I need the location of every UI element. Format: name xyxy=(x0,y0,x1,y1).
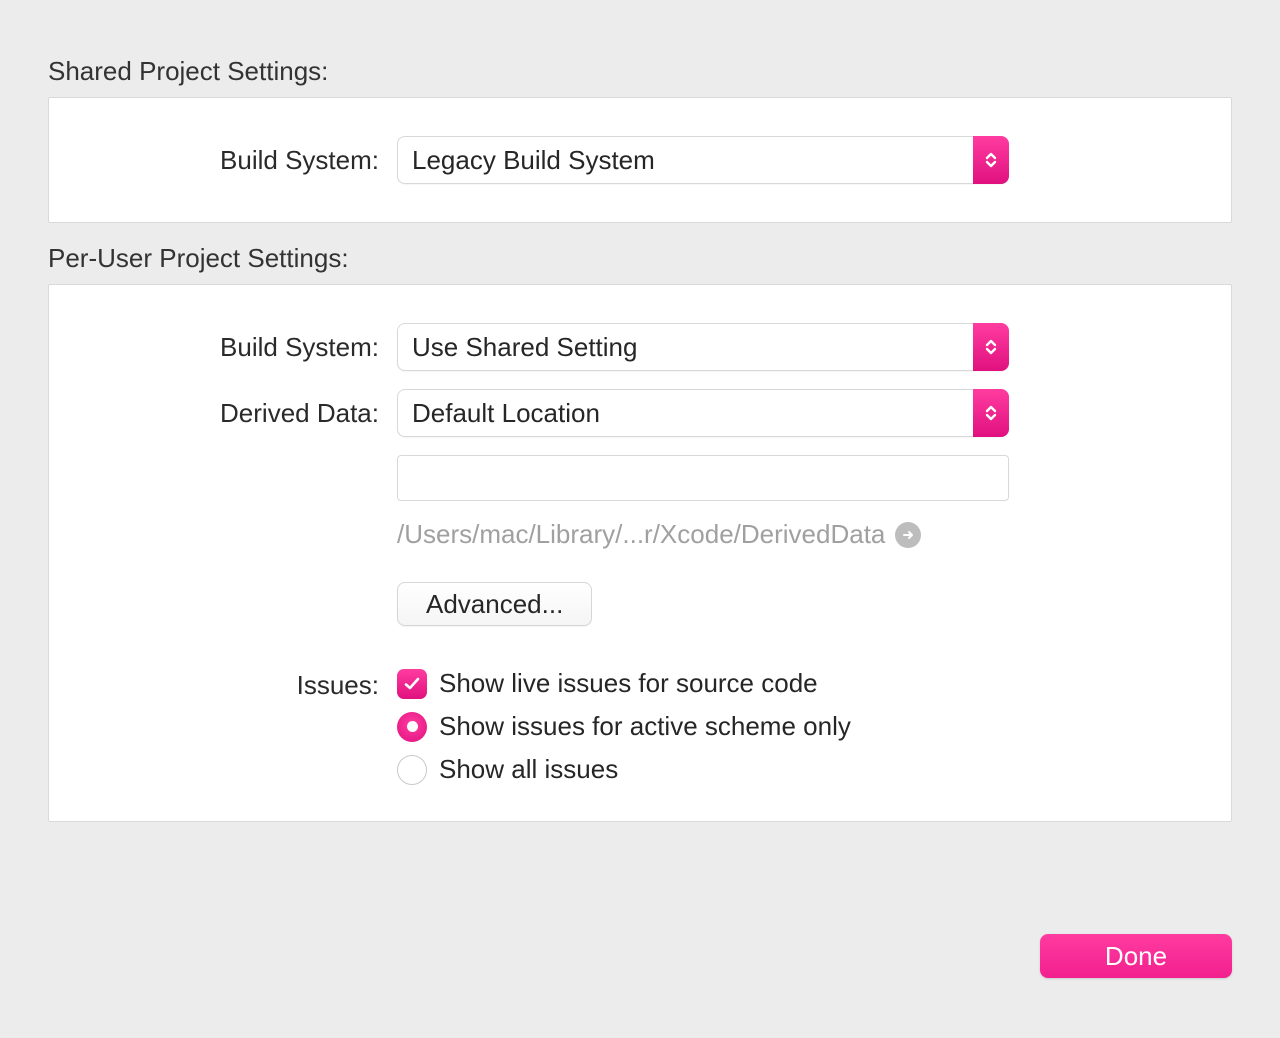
issues-label: Issues: xyxy=(97,668,397,701)
select-stepper-icon xyxy=(973,136,1009,184)
issues-radio-active-scheme-label: Show issues for active scheme only xyxy=(439,711,851,742)
shared-build-system-value: Legacy Build System xyxy=(397,136,1009,184)
per-user-build-system-label: Build System: xyxy=(97,332,397,363)
radio-selected-icon xyxy=(397,712,427,742)
shared-build-system-row: Build System: Legacy Build System xyxy=(97,136,1183,184)
per-user-settings-panel: Build System: Use Shared Setting Derived… xyxy=(48,284,1232,822)
issues-radio-all[interactable]: Show all issues xyxy=(397,754,1009,785)
select-stepper-icon xyxy=(973,389,1009,437)
advanced-button-row: Advanced... xyxy=(97,582,1183,626)
derived-data-resolved-path-row: /Users/mac/Library/...r/Xcode/DerivedDat… xyxy=(97,519,1183,568)
shared-build-system-select[interactable]: Legacy Build System xyxy=(397,136,1009,184)
issues-row: Issues: Show live issues for source code… xyxy=(97,662,1183,785)
derived-data-resolved-path: /Users/mac/Library/...r/Xcode/DerivedDat… xyxy=(397,519,885,550)
per-user-build-system-select[interactable]: Use Shared Setting xyxy=(397,323,1009,371)
shared-build-system-label: Build System: xyxy=(97,145,397,176)
derived-data-value: Default Location xyxy=(397,389,1009,437)
shared-settings-panel: Build System: Legacy Build System xyxy=(48,97,1232,223)
live-issues-checkbox-row[interactable]: Show live issues for source code xyxy=(397,668,1009,699)
done-button[interactable]: Done xyxy=(1040,934,1232,978)
derived-data-custom-path-input[interactable] xyxy=(397,455,1009,501)
shared-settings-title: Shared Project Settings: xyxy=(48,56,1232,87)
issues-radio-all-label: Show all issues xyxy=(439,754,618,785)
per-user-settings-title: Per-User Project Settings: xyxy=(48,243,1232,274)
derived-data-select[interactable]: Default Location xyxy=(397,389,1009,437)
live-issues-label: Show live issues for source code xyxy=(439,668,818,699)
advanced-button[interactable]: Advanced... xyxy=(397,582,592,626)
per-user-build-system-value: Use Shared Setting xyxy=(397,323,1009,371)
reveal-in-finder-icon[interactable] xyxy=(895,522,921,548)
issues-radio-active-scheme[interactable]: Show issues for active scheme only xyxy=(397,711,1009,742)
derived-data-path-input-row xyxy=(97,455,1183,501)
checkbox-checked-icon xyxy=(397,669,427,699)
per-user-build-system-row: Build System: Use Shared Setting xyxy=(97,323,1183,371)
derived-data-row: Derived Data: Default Location xyxy=(97,389,1183,437)
select-stepper-icon xyxy=(973,323,1009,371)
radio-unselected-icon xyxy=(397,755,427,785)
derived-data-label: Derived Data: xyxy=(97,398,397,429)
